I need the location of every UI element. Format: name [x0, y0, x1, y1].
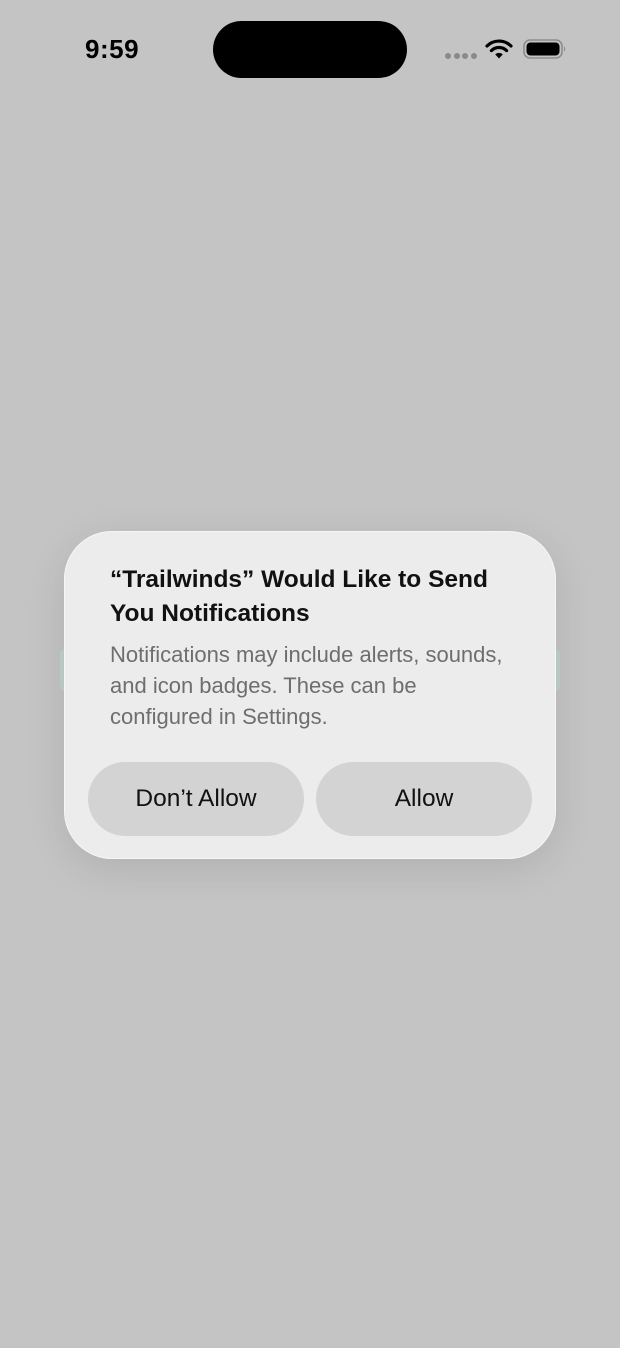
notification-permission-alert: “Trailwinds” Would Like to Send You Noti… — [64, 531, 556, 859]
dynamic-island — [213, 21, 407, 78]
battery-icon — [523, 39, 566, 59]
wifi-icon — [485, 39, 513, 59]
allow-button[interactable]: Allow — [316, 762, 532, 836]
status-time: 9:59 — [85, 34, 140, 64]
signal-icon — [445, 53, 477, 59]
alert-message: Notifications may include alerts, sounds… — [110, 642, 503, 729]
alert-title: “Trailwinds” Would Like to Send You Noti… — [110, 566, 488, 627]
dont-allow-button[interactable]: Don’t Allow — [88, 762, 304, 836]
screen: 9:59 “Trailwinds” Would Like to Send You… — [0, 0, 620, 1348]
status-bar: 9:59 — [0, 0, 620, 100]
